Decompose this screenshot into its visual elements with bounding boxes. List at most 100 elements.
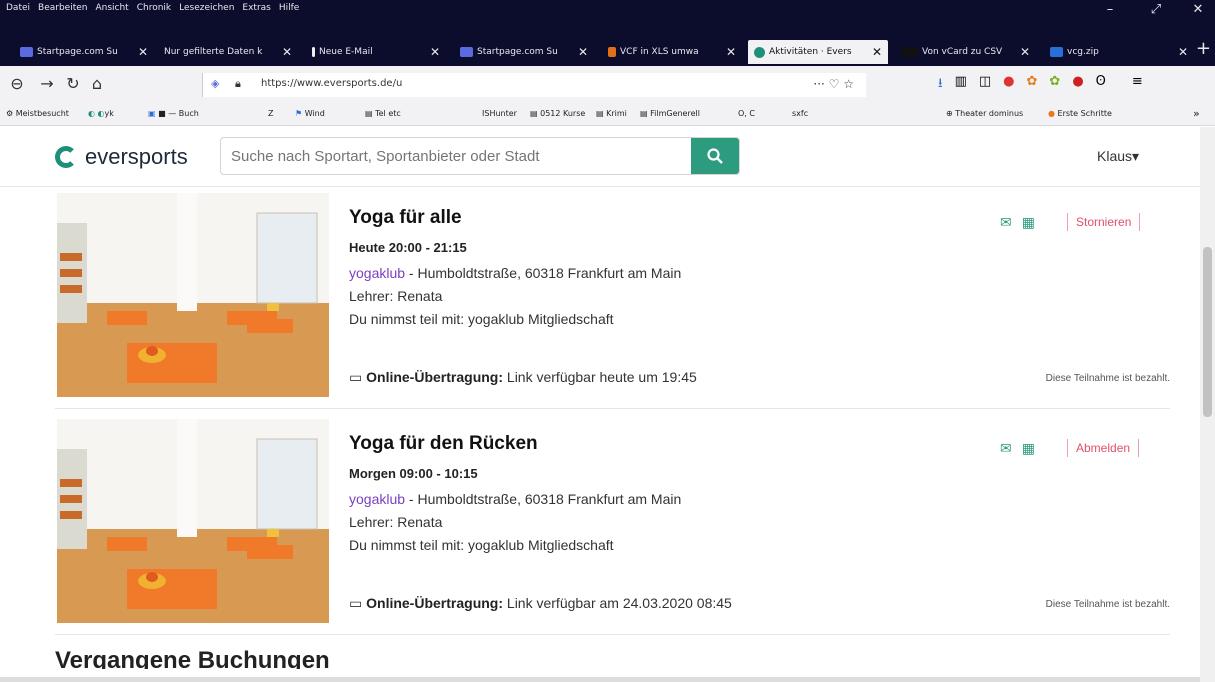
envelope-icon[interactable]: ✉	[1000, 441, 1012, 457]
bookmark-kurse[interactable]: ▤ 0512 Kurse	[530, 109, 585, 118]
url-text[interactable]: https://www.eversports.de/u	[261, 78, 402, 89]
venue-address: - Humboldtstraße, 60318 Frankfurt am Mai…	[405, 265, 682, 281]
maximize-icon[interactable]: ⤢	[1144, 2, 1168, 17]
download-icon[interactable]: ⭳	[938, 74, 943, 96]
venue-address: - Humboldtstraße, 60318 Frankfurt am Mai…	[405, 491, 682, 507]
menu-chronik[interactable]: Chronik	[137, 3, 171, 13]
menu-datei[interactable]: Datei	[6, 3, 30, 13]
close-tab-icon[interactable]: ✕	[430, 45, 440, 59]
tab-5-active[interactable]: Aktivitäten · Evers ✕	[748, 40, 888, 64]
payment-status: Diese Teilnahme ist bezahlt.	[1045, 373, 1170, 384]
close-tab-icon[interactable]: ✕	[872, 45, 882, 59]
bookmark-wind[interactable]: ⚑ Wind	[295, 109, 325, 118]
close-tab-icon[interactable]: ✕	[1178, 45, 1188, 59]
globe-icon: ⊕	[946, 109, 953, 118]
menu-bearbeiten[interactable]: Bearbeiten	[38, 3, 87, 13]
close-tab-icon[interactable]: ✕	[578, 45, 588, 59]
bookmark-erste-schritte[interactable]: ● Erste Schritte	[1048, 109, 1112, 118]
bookmark-sxfc[interactable]: sxfc	[792, 109, 808, 118]
tab-2[interactable]: Neue E-Mail ✕	[306, 40, 446, 64]
url-bar[interactable]: ◈ 🔒︎ https://www.eversports.de/u ··· ♡ ☆	[202, 73, 866, 97]
firefox-icon: ●	[1048, 109, 1055, 118]
tab-1[interactable]: Nur gefilterte Daten k ✕	[158, 40, 298, 64]
menu-lesezeichen[interactable]: Lesezeichen	[179, 3, 234, 13]
calendar-icon[interactable]: ▦	[1022, 215, 1035, 231]
bookmark-theater[interactable]: ⊕ Theater dominus	[946, 109, 1023, 118]
activity-icons: ✉ ▦	[1000, 215, 1035, 231]
dropbox-icon	[1050, 47, 1063, 57]
site-logo[interactable]: eversports	[55, 144, 188, 170]
site-header: eversports Klaus▾	[0, 127, 1200, 187]
bookmark-yk[interactable]: ◐ ◐yk	[88, 109, 114, 118]
close-tab-icon[interactable]: ✕	[138, 45, 148, 59]
activity-time: Morgen 09:00 - 10:15	[349, 466, 478, 481]
close-window-icon[interactable]: ✕	[1186, 2, 1210, 17]
forward-icon[interactable]: →	[36, 74, 58, 93]
unregister-button[interactable]: Abmelden	[1067, 439, 1140, 457]
activity-title[interactable]: Yoga für den Rücken	[349, 433, 538, 455]
tab-bar: Startpage.com Su ✕ Nur gefilterte Daten …	[0, 36, 1215, 66]
extension-icon[interactable]: ✿	[1027, 74, 1038, 96]
tab-0[interactable]: Startpage.com Su ✕	[14, 40, 154, 64]
account-icon[interactable]: ʘ	[1096, 74, 1106, 96]
activity-title[interactable]: Yoga für alle	[349, 207, 462, 229]
venue-link[interactable]: yogaklub	[349, 265, 405, 281]
horizontal-scrollbar[interactable]	[0, 677, 1200, 682]
close-tab-icon[interactable]: ✕	[726, 45, 736, 59]
home-icon[interactable]: ⌂	[86, 74, 108, 93]
menu-icon[interactable]: ≡	[1132, 74, 1143, 96]
bookmarks-bar: ⚙ Meistbesucht ◐ ◐yk ▣ ■ — Buch Z ⚑ Wind…	[0, 104, 1215, 126]
back-icon[interactable]: ⊖	[6, 74, 28, 93]
extension2-icon[interactable]: ✿	[1049, 74, 1060, 96]
bookmark-buch[interactable]: ▣ ■ — Buch	[148, 109, 199, 118]
startpage-icon	[20, 47, 33, 57]
tab-7[interactable]: vcg.zip ✕	[1044, 40, 1194, 64]
lock-icon[interactable]: 🔒︎	[235, 77, 241, 91]
tab-4[interactable]: VCF in XLS umwa ✕	[602, 40, 742, 64]
menu-hilfe[interactable]: Hilfe	[279, 3, 299, 13]
close-tab-icon[interactable]: ✕	[282, 45, 292, 59]
calendar-icon[interactable]: ▦	[1022, 441, 1035, 457]
new-tab-icon[interactable]: +	[1196, 38, 1211, 59]
close-tab-icon[interactable]: ✕	[1020, 45, 1030, 59]
menu-extras[interactable]: Extras	[242, 3, 270, 13]
vertical-scrollbar[interactable]	[1200, 127, 1215, 682]
eversports-logo-icon	[55, 146, 77, 168]
user-menu[interactable]: Klaus▾	[1097, 148, 1139, 165]
tab-3[interactable]: Startpage.com Su ✕	[454, 40, 594, 64]
library-icon[interactable]: ▥	[955, 74, 967, 96]
eversports-icon: ◐	[88, 109, 95, 118]
minimize-icon[interactable]: –	[1098, 2, 1122, 17]
extension3-icon[interactable]: ●	[1072, 74, 1083, 96]
bookmark-filmgenerell[interactable]: ▤ FilmGenerell	[640, 109, 700, 118]
bookmark-krimi[interactable]: ▤ Krimi	[596, 109, 627, 118]
bookmark-oc[interactable]: O, C	[738, 109, 755, 118]
search-icon	[707, 148, 723, 164]
activity-membership: Du nimmst teil mit: yogaklub Mitgliedsch…	[349, 311, 614, 327]
eversports-icon	[754, 46, 765, 58]
sidebar-icon[interactable]: ◫	[979, 74, 991, 96]
shield-icon[interactable]: ◈	[211, 77, 219, 90]
caret-down-icon: ▾	[1132, 148, 1140, 164]
bookmark-ishunter[interactable]: ISHunter	[482, 109, 517, 118]
folder-icon: ▤	[596, 109, 604, 118]
venue-link[interactable]: yogaklub	[349, 491, 405, 507]
scrollbar-thumb[interactable]	[1203, 247, 1212, 417]
more-bookmarks-icon[interactable]: »	[1193, 107, 1200, 120]
search-input[interactable]	[221, 138, 691, 174]
search-button[interactable]	[691, 138, 739, 174]
reload-icon[interactable]: ↻	[62, 74, 84, 93]
bookmark-z[interactable]: Z	[268, 109, 273, 118]
tab-6[interactable]: Von vCard zu CSV ✕	[896, 40, 1036, 64]
activity-venue: yogaklub - Humboldtstraße, 60318 Frankfu…	[349, 491, 681, 507]
page-actions[interactable]: ··· ♡ ☆	[813, 77, 854, 91]
main-content: Yoga für alle Heute 20:00 - 21:15 yogakl…	[0, 187, 1200, 677]
envelope-icon[interactable]: ✉	[1000, 215, 1012, 231]
adblock-icon[interactable]: ●	[1003, 74, 1014, 96]
bookmark-meistbesucht[interactable]: ⚙ Meistbesucht	[6, 109, 69, 118]
monitor-icon: ▭	[349, 595, 363, 611]
bookmark-tel[interactable]: ▤ Tel etc	[365, 109, 401, 118]
menu-ansicht[interactable]: Ansicht	[95, 3, 128, 13]
activity-icons: ✉ ▦	[1000, 441, 1035, 457]
cancel-booking-button[interactable]: Stornieren	[1067, 213, 1141, 231]
